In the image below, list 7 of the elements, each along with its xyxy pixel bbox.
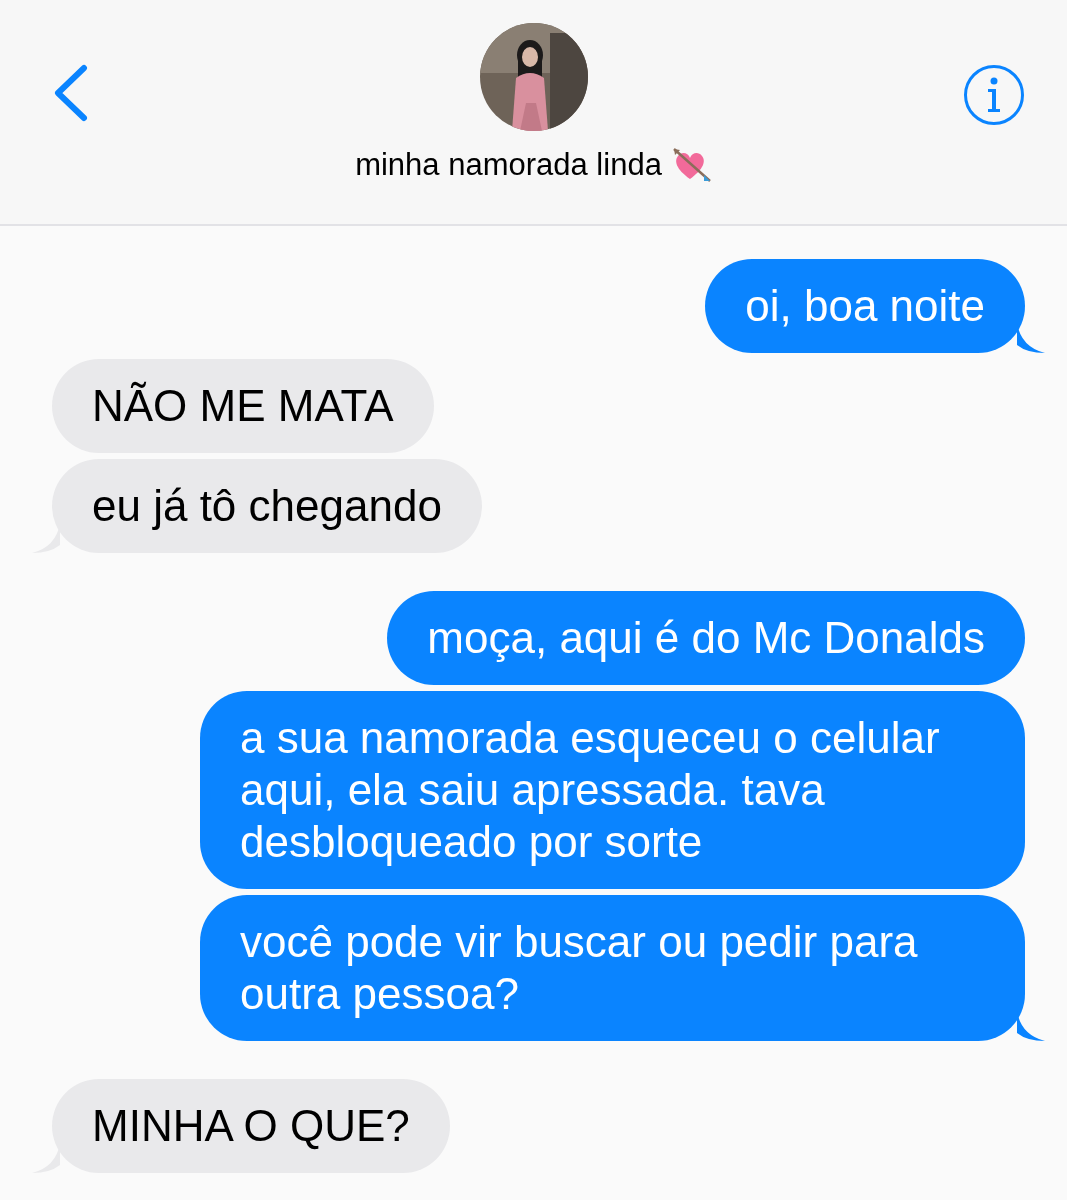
sent-message: a sua namorada esqueceu o celular aqui, ela saiu apressada. tava desbloqueado por sorte [200, 691, 1025, 889]
back-icon[interactable] [52, 64, 88, 122]
heart-with-arrow-icon [671, 147, 712, 183]
info-icon[interactable] [963, 64, 1025, 126]
received-message: NÃO ME MATA [52, 359, 434, 453]
contact-name[interactable]: minha namorada linda [355, 147, 662, 183]
sent-message: moça, aqui é do Mc Donalds [387, 591, 1025, 685]
